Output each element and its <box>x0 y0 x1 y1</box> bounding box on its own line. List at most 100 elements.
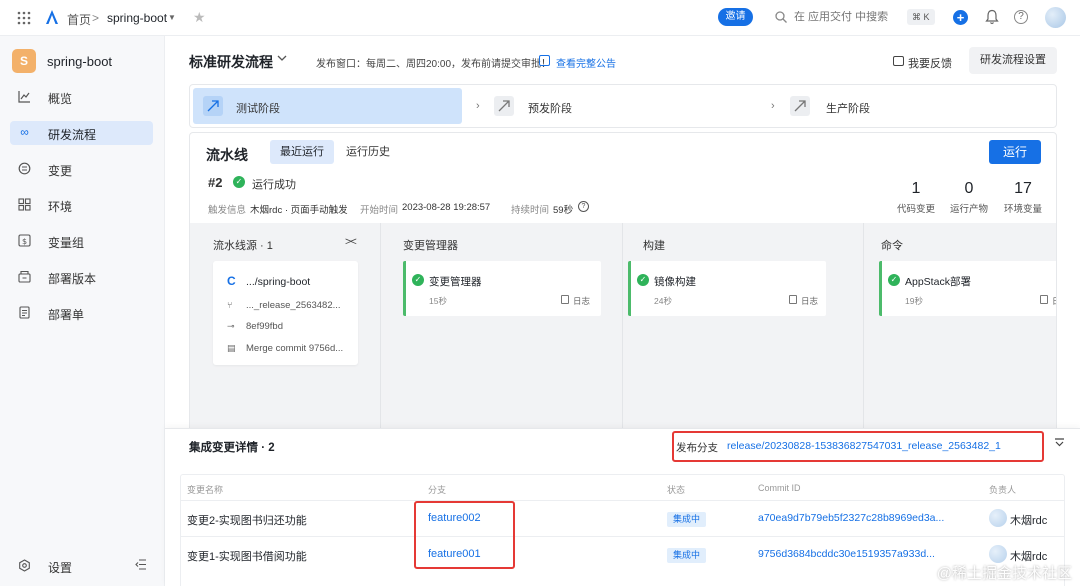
sidebar-item-label: 概览 <box>48 92 73 106</box>
commit-icon: ⊸ <box>227 321 235 331</box>
search-input[interactable] <box>794 11 894 23</box>
top-bar: 首页 > spring-boot ▼ ★ 邀请 ⌘ K + ? <box>0 0 1080 36</box>
stage-label: 生产阶段 <box>826 103 870 115</box>
help-icon[interactable]: ? <box>1014 10 1028 24</box>
stat-label: 环境变量 <box>1003 204 1042 215</box>
chevron-down-icon[interactable] <box>277 54 287 65</box>
app-grid-icon[interactable] <box>17 11 31 25</box>
column-title: 命令 <box>881 240 903 252</box>
sidebar-item-label: 部署版本 <box>48 272 97 286</box>
tab-run-history[interactable]: 运行历史 <box>336 140 400 164</box>
sidebar-item-variable-groups[interactable]: $ 变量组 <box>10 229 153 253</box>
sidebar-item-changes[interactable]: 变更 <box>10 157 153 181</box>
pipeline-card: 流水线 最近运行 运行历史 运行 #2 ✓ 运行成功 触发信息 木烟rdc · … <box>189 132 1057 432</box>
table-row[interactable]: 变更1-实现图书借阅功能 feature001 集成中 9756d3684bcd… <box>181 537 1064 573</box>
chevron-right-icon: › <box>771 100 775 112</box>
release-branch-link[interactable]: release/20230828-153836827547031_release… <box>727 440 1001 452</box>
job-card-appstack-deploy[interactable]: ✓ AppStack部署 19秒 日 <box>879 261 1056 316</box>
chevron-down-icon[interactable] <box>1054 438 1065 450</box>
sidebar-item-environments[interactable]: 环境 <box>10 193 153 217</box>
plus-icon[interactable]: + <box>953 10 968 25</box>
source-column-title: 流水线源 · 1 <box>213 240 273 252</box>
run-button[interactable]: 运行 <box>989 140 1041 164</box>
change-name[interactable]: 变更1-实现图书借阅功能 <box>187 548 307 564</box>
sidebar-item-deploy-orders[interactable]: 部署单 <box>10 301 153 325</box>
change-name[interactable]: 变更2-实现图书归还功能 <box>187 512 307 528</box>
grid-icon <box>18 198 31 211</box>
job-name: 镜像构建 <box>654 276 696 288</box>
check-circle-icon: ✓ <box>637 274 649 286</box>
column-header: 分支 <box>428 485 447 495</box>
chevron-right-icon: › <box>476 100 480 112</box>
collapse-columns-icon[interactable]: >< <box>345 236 357 248</box>
breadcrumb-home[interactable]: 首页 <box>67 11 91 28</box>
highlight-box <box>414 501 515 569</box>
avatar <box>989 545 1007 563</box>
sidebar-item-deploy-versions[interactable]: 部署版本 <box>10 265 153 289</box>
source-card[interactable]: C .../spring-boot ⑂ ..._release_2563482.… <box>213 261 358 365</box>
dollar-icon: $ <box>18 234 31 247</box>
column-header: 状态 <box>667 485 686 495</box>
document-icon <box>18 306 31 319</box>
rocket-icon <box>203 96 223 116</box>
tab-recent-run[interactable]: 最近运行 <box>270 140 334 164</box>
sidebar-item-settings[interactable]: 设置 <box>10 555 153 577</box>
star-icon[interactable]: ★ <box>193 9 206 26</box>
stat-code-changes[interactable]: 1 <box>896 180 936 198</box>
sidebar-item-label: 变更 <box>48 164 73 178</box>
job-duration: 24秒 <box>654 296 672 306</box>
breadcrumb-project[interactable]: spring-boot <box>107 11 167 25</box>
stage-prod[interactable]: 生产阶段 <box>788 88 1048 124</box>
stage-pre[interactable]: 预发阶段 <box>492 88 752 124</box>
view-announcement-link[interactable]: 查看完整公告 <box>556 55 616 70</box>
source-repo: .../spring-boot <box>246 276 311 288</box>
invite-button[interactable]: 邀请 <box>718 8 753 26</box>
log-icon <box>1040 295 1048 304</box>
table-row[interactable]: 变更2-实现图书归还功能 feature002 集成中 a70ea9d7b79e… <box>181 501 1064 537</box>
project-name[interactable]: spring-boot <box>47 54 112 69</box>
job-log-link[interactable]: 日 <box>1052 295 1056 307</box>
sidebar-item-dev-flow[interactable]: ∞ 研发流程 <box>10 121 153 145</box>
commit-link[interactable]: 9756d3684bcddc30e1519357a933d... <box>758 548 963 560</box>
page-title[interactable]: 标准研发流程 <box>189 52 273 72</box>
check-circle-icon: ✓ <box>888 274 900 286</box>
stage-test[interactable]: 测试阶段 <box>193 88 462 124</box>
sidebar-item-overview[interactable]: 概览 <box>10 85 153 109</box>
job-card-image-build[interactable]: ✓ 镜像构建 24秒 日志 <box>628 261 826 316</box>
stage-label: 测试阶段 <box>236 103 280 115</box>
user-avatar[interactable] <box>1045 7 1066 28</box>
job-duration: 15秒 <box>429 296 447 306</box>
column-header: 变更名称 <box>187 485 224 495</box>
feedback-link[interactable]: 我要反馈 <box>908 55 952 71</box>
shortcut-badge: ⌘ K <box>907 9 935 25</box>
chevron-down-icon[interactable]: ▼ <box>168 13 176 22</box>
run-number[interactable]: #2 <box>208 175 222 190</box>
commit-link[interactable]: a70ea9d7b79eb5f2327c28b8969ed3a... <box>758 512 963 524</box>
column-title: 变更管理器 <box>403 240 458 252</box>
column-title: 构建 <box>643 240 665 252</box>
breadcrumb-separator: > <box>92 11 100 25</box>
job-log-link[interactable]: 日志 <box>573 295 590 307</box>
infinity-icon: ∞ <box>20 125 29 139</box>
collapse-sidebar-icon[interactable] <box>135 559 147 573</box>
source-message: Merge commit 9756d... <box>246 343 344 354</box>
job-card-change-manager[interactable]: ✓ 变更管理器 15秒 日志 <box>403 261 601 316</box>
flow-settings-button[interactable]: 研发流程设置 <box>969 47 1057 74</box>
branch-icon: ⑂ <box>227 300 233 310</box>
stat-artifacts[interactable]: 0 <box>949 180 989 198</box>
stat-env-vars[interactable]: 17 <box>1003 180 1043 198</box>
package-icon <box>18 270 31 283</box>
job-name: AppStack部署 <box>905 276 971 288</box>
job-log-link[interactable]: 日志 <box>801 295 818 307</box>
job-duration: 19秒 <box>905 296 923 306</box>
change-icon <box>18 162 31 175</box>
bell-icon[interactable] <box>985 9 999 25</box>
trigger-label: 触发信息 <box>208 205 247 216</box>
source-branch: ..._release_2563482... <box>246 300 341 311</box>
release-notice: 发布窗口：每周二、周四20:00，发布前请提交审批！ <box>316 59 552 70</box>
logo-icon[interactable] <box>44 9 60 25</box>
log-icon <box>789 295 797 304</box>
feedback-icon <box>893 56 904 66</box>
source-commit: 8ef99fbd <box>246 321 283 332</box>
clock-icon: ? <box>578 201 589 212</box>
